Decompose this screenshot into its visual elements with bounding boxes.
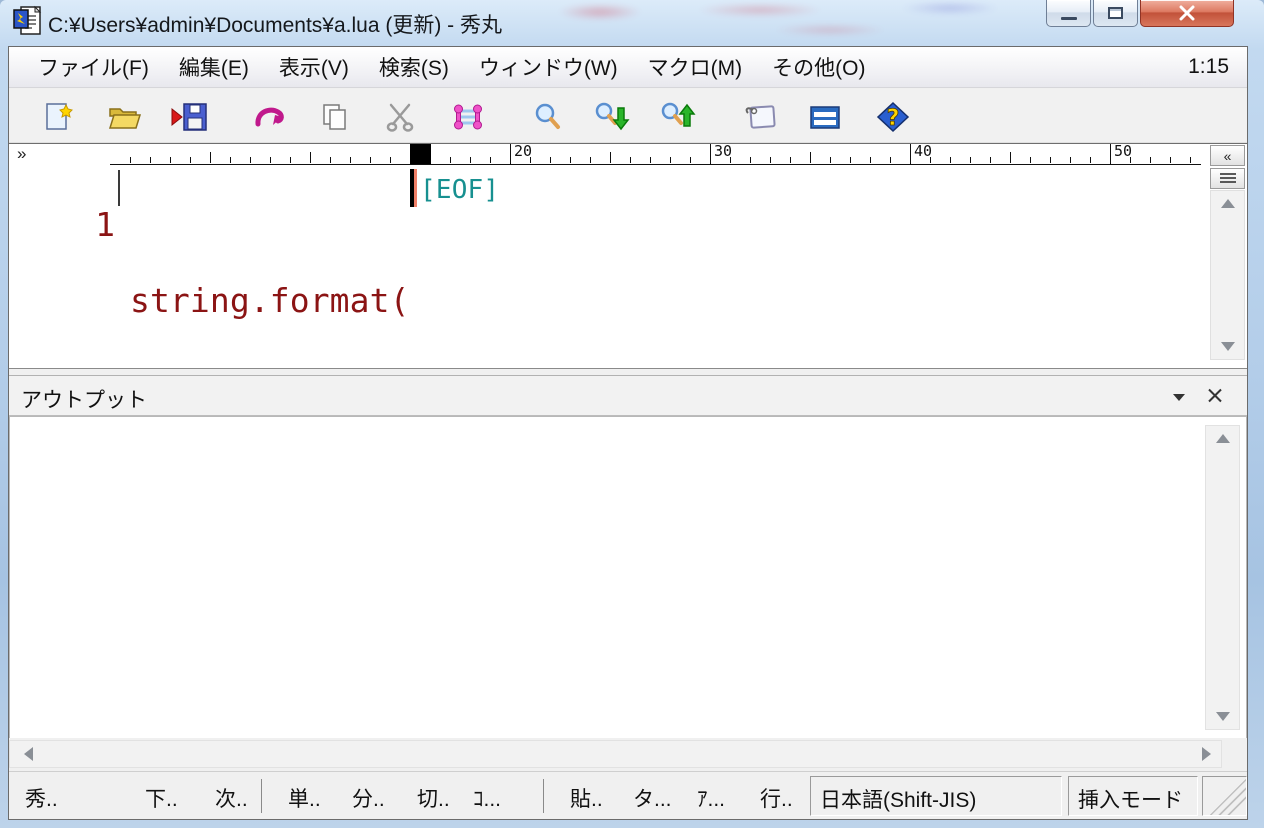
output-close-icon[interactable] (1207, 387, 1223, 403)
fnkey-outline[interactable]: ｱ... (697, 783, 725, 813)
line-number: 1 (87, 206, 115, 244)
ruler-baseline (110, 164, 1201, 165)
search-down-icon (593, 100, 631, 134)
help-icon: ? (875, 100, 911, 134)
menu-view[interactable]: 表示(V) (264, 52, 364, 82)
fnkey-word[interactable]: 単.. (288, 783, 321, 813)
menu-edit[interactable]: 編集(E) (164, 52, 264, 82)
output-panel-content[interactable] (9, 416, 1247, 738)
line-number-separator (118, 170, 120, 206)
find-previous-button[interactable] (659, 98, 697, 136)
client-area: ファイル(F) 編集(E) 表示(V) 検索(S) ウィンドウ(W) マクロ(M… (8, 46, 1248, 820)
horizontal-scrollbar[interactable] (9, 740, 1222, 768)
close-button[interactable] (1140, 0, 1234, 27)
ruler-ticks: 20 30 40 50 (130, 144, 1201, 164)
encoding-indicator[interactable]: 日本語(Shift-JIS) (810, 776, 1062, 816)
resize-grip[interactable] (1202, 776, 1247, 816)
new-file-button[interactable] (38, 98, 76, 136)
ruler-number-20: 20 (510, 144, 532, 164)
fnkey-copy[interactable]: ｺ... (473, 783, 501, 813)
glass-reflection (530, 0, 1050, 42)
undo-button[interactable] (250, 98, 288, 136)
open-file-button[interactable] (105, 98, 143, 136)
minimize-icon (1061, 17, 1077, 20)
close-icon (1178, 5, 1196, 21)
save-icon (170, 100, 208, 134)
outline-button[interactable] (1210, 168, 1245, 189)
ruler-number-50: 50 (1110, 144, 1132, 164)
search-up-icon (659, 100, 697, 134)
editor-pane[interactable]: » 20 30 40 50 « (9, 143, 1247, 369)
ruler-number-30: 30 (710, 144, 732, 164)
input-mode-indicator[interactable]: 挿入モード (1068, 776, 1198, 816)
svg-text:?: ? (887, 106, 900, 131)
fnkey-hidemaru[interactable]: 秀.. (25, 783, 58, 813)
ruler-caret-marker (410, 144, 431, 164)
open-folder-icon (107, 100, 141, 134)
output-panel-title: アウトプット (21, 384, 147, 414)
code-text: string.format( (130, 282, 410, 320)
ruler-overflow-chevron[interactable]: » (17, 144, 26, 164)
output-vertical-scrollbar[interactable] (1205, 425, 1240, 730)
scroll-left-icon[interactable] (24, 747, 33, 761)
outline-list-icon (1220, 172, 1236, 185)
menu-macro[interactable]: マクロ(M) (633, 52, 757, 82)
help-button[interactable]: ? (874, 98, 912, 136)
menu-search[interactable]: 検索(S) (364, 52, 464, 82)
fnkey-cut[interactable]: 切.. (417, 783, 450, 813)
find-button[interactable] (529, 98, 567, 136)
tag-jump-button[interactable] (741, 98, 779, 136)
scroll-up-icon[interactable] (1216, 434, 1230, 443)
menu-other[interactable]: その他(O) (757, 52, 880, 82)
caret-position-indicator: 1:15 (1188, 55, 1229, 79)
fnkey-split[interactable]: 分.. (352, 783, 385, 813)
titlebar[interactable]: C:¥Users¥admin¥Documents¥a.lua (更新) - 秀丸 (0, 0, 1264, 46)
text-caret-accent (414, 169, 417, 207)
hidemaru-app-icon (12, 4, 44, 38)
fnkey-tag[interactable]: タ... (633, 783, 672, 813)
restore-button[interactable] (1093, 0, 1138, 27)
find-next-button[interactable] (593, 98, 631, 136)
tag-jump-icon (742, 100, 778, 134)
paste-button[interactable] (449, 98, 487, 136)
copy-button[interactable] (315, 98, 353, 136)
scroll-up-icon[interactable] (1221, 199, 1235, 208)
statusbar-separator (543, 779, 544, 813)
fnkey-line[interactable]: 行.. (760, 783, 793, 813)
split-window-button[interactable] (806, 98, 844, 136)
copy-icon (317, 100, 351, 134)
scroll-right-icon[interactable] (1202, 747, 1211, 761)
fnkey-down[interactable]: 下.. (145, 783, 178, 813)
output-panel-header[interactable]: アウトプット (9, 375, 1247, 416)
save-button[interactable] (170, 98, 208, 136)
scroll-down-icon[interactable] (1221, 342, 1235, 351)
fnkey-next[interactable]: 次.. (215, 783, 248, 813)
minimize-button[interactable] (1046, 0, 1091, 27)
cut-button[interactable] (381, 98, 419, 136)
statusbar-separator (261, 779, 262, 813)
hidemaru-window: C:¥Users¥admin¥Documents¥a.lua (更新) - 秀丸… (0, 0, 1264, 828)
output-menu-icon[interactable] (1173, 394, 1185, 401)
menubar: ファイル(F) 編集(E) 表示(V) 検索(S) ウィンドウ(W) マクロ(M… (9, 47, 1247, 88)
search-icon (531, 100, 565, 134)
menu-window[interactable]: ウィンドウ(W) (464, 52, 633, 82)
restore-icon (1108, 7, 1123, 19)
window-title: C:¥Users¥admin¥Documents¥a.lua (更新) - 秀丸 (48, 9, 502, 39)
new-file-icon (40, 100, 74, 134)
undo-icon (252, 100, 286, 134)
cut-icon (383, 100, 417, 134)
fnkey-paste[interactable]: 貼.. (570, 783, 603, 813)
statusbar: 秀.. 下.. 次.. 単.. 分.. 切.. ｺ... 貼.. タ... ｱ.… (9, 771, 1247, 819)
split-window-icon (807, 100, 843, 134)
toolbar: ? (9, 89, 1247, 143)
editor-vertical-scrollbar[interactable] (1210, 190, 1245, 360)
ruler: » 20 30 40 50 (9, 144, 1247, 165)
menu-file[interactable]: ファイル(F) (23, 52, 164, 82)
paste-special-icon (451, 100, 485, 134)
scroll-down-icon[interactable] (1216, 712, 1230, 721)
ruler-number-40: 40 (910, 144, 932, 164)
ruler-collapse-button[interactable]: « (1210, 145, 1245, 166)
eof-marker: [EOF] (420, 171, 499, 209)
editor-line-1[interactable]: 1 string.format( [EOF] (9, 168, 1209, 208)
